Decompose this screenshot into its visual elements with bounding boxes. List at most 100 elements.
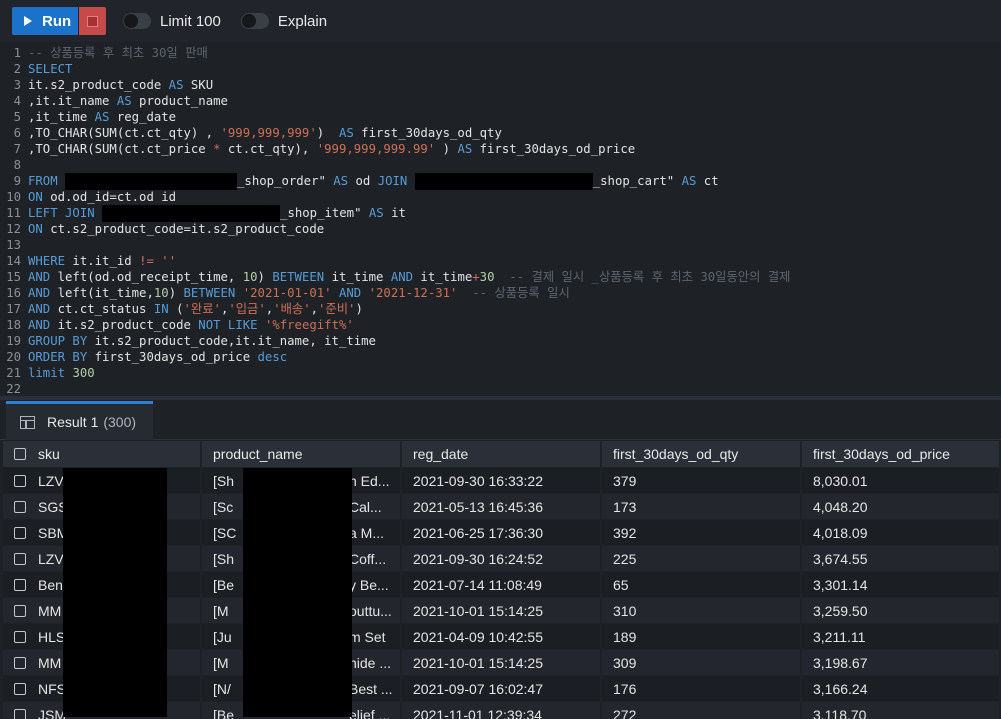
code-token: != (139, 254, 154, 268)
code-line[interactable]: 17 AND ct.ct_status IN ('완료','입금','배송','준… (0, 301, 1001, 317)
row-checkbox[interactable] (14, 526, 26, 539)
row-checkbox[interactable] (14, 630, 26, 643)
cell-qty[interactable]: 225 (602, 546, 800, 571)
cell-reg-date[interactable]: 2021-06-25 17:36:30 (402, 520, 600, 545)
code-token: '입금' (228, 302, 266, 316)
code-line[interactable]: 9 FROM _shop_order" AS od JOIN _shop_cart… (0, 173, 1001, 190)
code-line[interactable]: 6 ,TO_CHAR(SUM(ct.ct_qty) , '999,999,999'… (0, 125, 1001, 141)
code-line[interactable]: 22 (0, 381, 1001, 397)
cell-price[interactable]: 4,018.09 (802, 520, 999, 545)
code-line[interactable]: 14 WHERE it.it_id != '' (0, 253, 1001, 269)
code-line[interactable]: 19 GROUP BY it.s2_product_code,it.it_name… (0, 333, 1001, 349)
row-checkbox[interactable] (14, 474, 26, 487)
code-token: '배송' (273, 302, 311, 316)
cell-qty[interactable]: 272 (602, 702, 800, 719)
cell-reg-date[interactable]: 2021-04-09 10:42:55 (402, 624, 600, 649)
row-checkbox[interactable] (14, 708, 26, 719)
code-token: ) (355, 302, 363, 316)
code-token: AS (338, 126, 354, 140)
code-token: JOIN (377, 174, 408, 188)
cell-reg-date[interactable]: 2021-09-30 16:24:52 (402, 546, 600, 571)
cell-qty[interactable]: 309 (602, 650, 800, 675)
row-checkbox[interactable] (14, 682, 26, 695)
cell-price[interactable]: 3,118.70 (802, 702, 999, 719)
code-line[interactable]: 1 -- 상품등록 후 최초 30일 판매 (0, 45, 1001, 61)
redacted-text (414, 173, 593, 190)
column-header-first-30days-od-price[interactable]: first_30days_od_price (802, 441, 999, 467)
cell-qty[interactable]: 379 (602, 468, 800, 493)
cell-qty[interactable]: 189 (602, 624, 800, 649)
row-checkbox[interactable] (14, 552, 26, 565)
product-name-tail: a M... (349, 524, 385, 541)
row-checkbox[interactable] (14, 604, 26, 617)
code-line[interactable]: 20 ORDER BY first_30days_od_price desc (0, 349, 1001, 365)
sql-editor[interactable]: 1 -- 상품등록 후 최초 30일 판매 2 SELECT 3 it.s2_produc… (0, 42, 1001, 396)
column-header-sku[interactable]: sku (3, 441, 200, 467)
cell-qty[interactable]: 176 (602, 676, 800, 701)
code-token: WHERE (28, 254, 66, 268)
cell-price[interactable]: 3,211.11 (802, 624, 999, 649)
cell-price[interactable]: 3,259.50 (802, 598, 999, 623)
select-all-checkbox[interactable] (14, 448, 26, 460)
run-button[interactable]: Run (12, 7, 78, 35)
code-line[interactable]: 7 ,TO_CHAR(SUM(ct.ct_price * ct.ct_qty), … (0, 141, 1001, 157)
cell-reg-date[interactable]: 2021-10-01 15:14:25 (402, 598, 600, 623)
table-icon (20, 415, 35, 429)
cell-price-value: 3,301.14 (813, 576, 868, 593)
product-name-tail: elief ... (349, 706, 391, 719)
code-line[interactable]: 12 ON ct.s2_product_code=it.s2_product_co… (0, 221, 1001, 237)
cell-reg-date[interactable]: 2021-11-01 12:39:34 (402, 702, 600, 719)
code-token: AS (94, 110, 110, 124)
cell-qty[interactable]: 392 (602, 520, 800, 545)
code-line[interactable]: 2 SELECT (0, 61, 1001, 77)
limit-toggle[interactable] (123, 13, 151, 29)
row-checkbox[interactable] (14, 656, 26, 669)
cell-reg-date[interactable]: 2021-09-07 16:02:47 (402, 676, 600, 701)
row-checkbox[interactable] (14, 578, 26, 591)
cell-price[interactable]: 8,030.01 (802, 468, 999, 493)
code-line[interactable]: 18 AND it.s2_product_code NOT LIKE '%free… (0, 317, 1001, 333)
code-line[interactable]: 10 ON od.od_id=ct.od id (0, 189, 1001, 205)
code-line[interactable]: 8 (0, 157, 1001, 173)
cell-reg-date[interactable]: 2021-10-01 15:14:25 (402, 650, 600, 675)
product-name-value: [M (213, 602, 229, 619)
cell-price[interactable]: 3,301.14 (802, 572, 999, 597)
code-token: it.s2_product_code (50, 318, 199, 332)
cell-price[interactable]: 3,198.67 (802, 650, 999, 675)
code-line[interactable]: 15 AND left(od.od_receipt_time, 10) BETWE… (0, 269, 1001, 285)
cell-price[interactable]: 3,674.55 (802, 546, 999, 571)
cell-price[interactable]: 3,166.24 (802, 676, 999, 701)
code-token: AND (28, 286, 51, 300)
code-token: AND (28, 270, 51, 284)
code-line[interactable]: 5 ,it_time AS reg_date (0, 109, 1001, 125)
code-line[interactable]: 21 limit 300 (0, 365, 1001, 381)
code-token: 30 (479, 270, 495, 284)
cell-qty-value: 392 (613, 524, 637, 541)
cell-qty[interactable]: 310 (602, 598, 800, 623)
code-token: AND (28, 318, 51, 332)
code-token: ,it.it_name (28, 94, 117, 108)
cell-reg-date[interactable]: 2021-07-14 11:08:49 (402, 572, 600, 597)
code-line[interactable]: 16 AND left(it_time,10) BETWEEN '2021-01-… (0, 285, 1001, 301)
cell-qty[interactable]: 65 (602, 572, 800, 597)
explain-toggle[interactable] (240, 13, 269, 29)
cell-qty-value: 189 (613, 628, 637, 645)
redaction-block-product-name (243, 468, 352, 717)
code-line[interactable]: 13 (0, 237, 1001, 253)
code-line[interactable]: 4 ,it.it_name AS product_name (0, 93, 1001, 109)
stop-button[interactable] (79, 7, 106, 35)
cell-reg-date-value: 2021-09-30 16:33:22 (413, 472, 543, 489)
cell-price[interactable]: 4,048.20 (802, 494, 999, 519)
row-checkbox[interactable] (14, 500, 26, 513)
cell-reg-date[interactable]: 2021-09-30 16:33:22 (402, 468, 600, 493)
column-header-reg-date[interactable]: reg_date (402, 441, 600, 467)
code-line[interactable]: 3 it.s2_product_code AS SKU (0, 77, 1001, 93)
cell-reg-date[interactable]: 2021-05-13 16:45:36 (402, 494, 600, 519)
column-header-first-30days-od-qty[interactable]: first_30days_od_qty (602, 441, 800, 467)
code-line[interactable]: 11 LEFT JOIN _shop_item" AS it (0, 205, 1001, 222)
cell-qty[interactable]: 173 (602, 494, 800, 519)
tab-result-1[interactable]: Result 1 (300) (6, 401, 153, 440)
column-header-product-name[interactable]: product_name (202, 441, 400, 467)
